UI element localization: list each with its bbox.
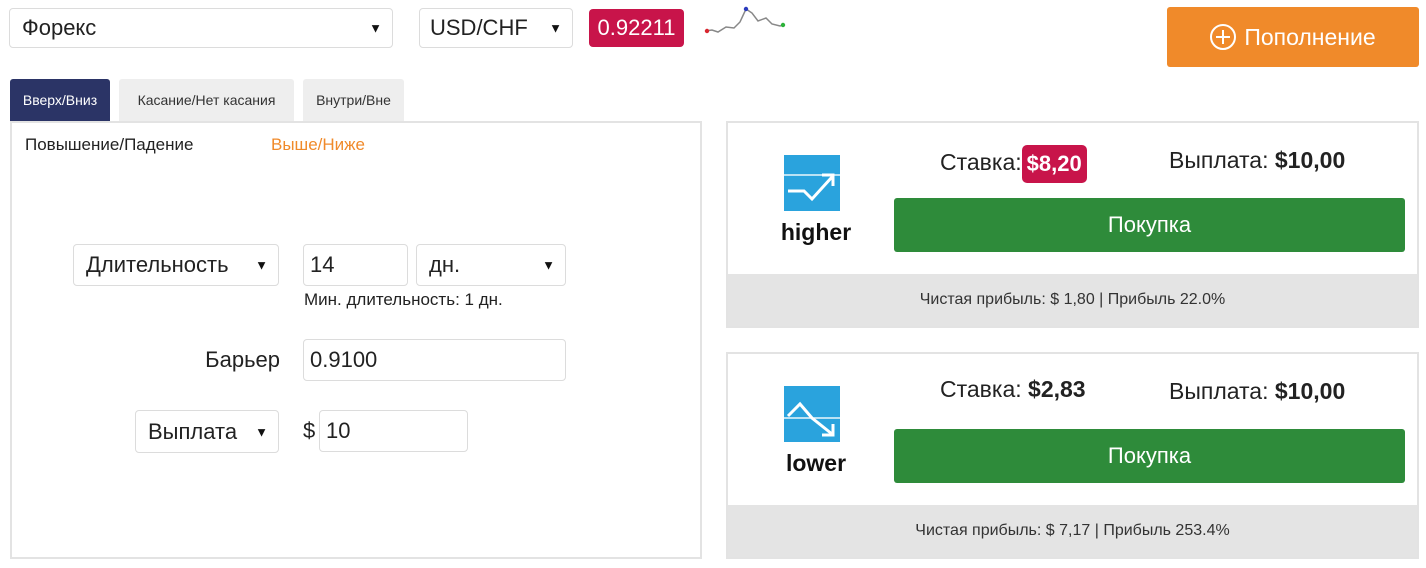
contract-card-higher: higher Ставка: $8,20 Выплата: $10,00 Поку…: [726, 121, 1419, 328]
symbol-select[interactable]: USD/CHF ▼: [419, 8, 573, 48]
sparkline-end-dot: [780, 22, 786, 28]
amount-type-select[interactable]: Выплата ▼: [135, 410, 279, 453]
min-duration-note: Мин. длительность: 1 дн.: [304, 290, 503, 309]
stake-value: $8,20: [1021, 145, 1087, 183]
stake-row: Ставка: $2,83: [940, 376, 1086, 403]
duration-unit-select[interactable]: дн. ▼: [416, 244, 566, 286]
chevron-down-icon: ▼: [549, 20, 562, 36]
tab-label: Вверх/Вниз: [22, 92, 98, 108]
payout-label: Выплата:: [1169, 147, 1269, 173]
barrier-label: Барьер: [205, 347, 280, 372]
chevron-down-icon: ▼: [255, 257, 268, 273]
price-sparkline: [704, 6, 786, 34]
trend-up-icon: [784, 155, 840, 211]
sparkline-start-dot: [704, 28, 710, 34]
contract-card-lower: lower Ставка: $2,83 Выплата: $10,00 Поку…: [726, 352, 1419, 559]
payout-label: Выплата:: [1169, 378, 1269, 404]
stake-label: Ставка:: [940, 376, 1022, 402]
duration-type-value: Длительность: [86, 252, 229, 277]
buy-lower-button[interactable]: Покупка: [894, 429, 1405, 483]
trend-down-icon: [784, 386, 840, 442]
tab-up-down[interactable]: Вверх/Вниз: [10, 79, 110, 121]
tab-touch-no-touch[interactable]: Касание/Нет касания: [119, 79, 294, 121]
market-select-value: Форекс: [22, 15, 97, 40]
amount-input[interactable]: 10: [319, 410, 468, 452]
payout-row: Выплата: $10,00: [1169, 147, 1345, 174]
tab-in-out[interactable]: Внутри/Вне: [303, 79, 404, 121]
deposit-button-label: Пополнение: [1244, 23, 1376, 50]
plus-circle-icon: [1210, 24, 1237, 50]
barrier-input[interactable]: 0.9100: [303, 339, 566, 381]
deposit-button[interactable]: Пополнение: [1167, 7, 1419, 67]
profit-info: Чистая прибыль: $ 1,80 | Прибыль 22.0%: [728, 274, 1417, 326]
stake-label: Ставка:: [940, 149, 1022, 176]
amount-value: 10: [326, 418, 351, 443]
stake-row: Ставка: $8,20: [940, 145, 1087, 183]
payout-value: $10,00: [1274, 147, 1346, 173]
chevron-down-icon: ▼: [369, 20, 382, 36]
buy-higher-button[interactable]: Покупка: [894, 198, 1405, 252]
duration-unit-value: дн.: [429, 252, 461, 277]
duration-type-select[interactable]: Длительность ▼: [73, 244, 279, 286]
currency-symbol: $: [303, 418, 316, 443]
payout-row: Выплата: $10,00: [1169, 378, 1345, 405]
subtab-rise-fall[interactable]: Повышение/Падение: [25, 135, 193, 155]
sparkline-high-dot: [743, 6, 749, 12]
chevron-down-icon: ▼: [542, 257, 555, 273]
subtab-higher-lower[interactable]: Выше/Ниже: [271, 135, 365, 155]
market-select[interactable]: Форекс ▼: [9, 8, 393, 48]
amount-type-value: Выплата: [148, 418, 238, 444]
profit-info: Чистая прибыль: $ 7,17 | Прибыль 253.4%: [728, 505, 1417, 557]
symbol-select-value: USD/CHF: [430, 15, 528, 40]
direction-label: lower: [785, 450, 847, 476]
chevron-down-icon: ▼: [255, 424, 268, 439]
barrier-value: 0.9100: [310, 347, 378, 372]
payout-value: $10,00: [1274, 378, 1346, 404]
duration-value-input[interactable]: 14: [303, 244, 408, 286]
tab-label: Касание/Нет касания: [137, 92, 276, 108]
direction-label: higher: [780, 219, 852, 245]
stake-value: $2,83: [1028, 376, 1086, 402]
duration-value: 14: [310, 252, 335, 277]
current-price-badge: 0.92211: [589, 9, 684, 47]
tab-label: Внутри/Вне: [316, 92, 391, 108]
